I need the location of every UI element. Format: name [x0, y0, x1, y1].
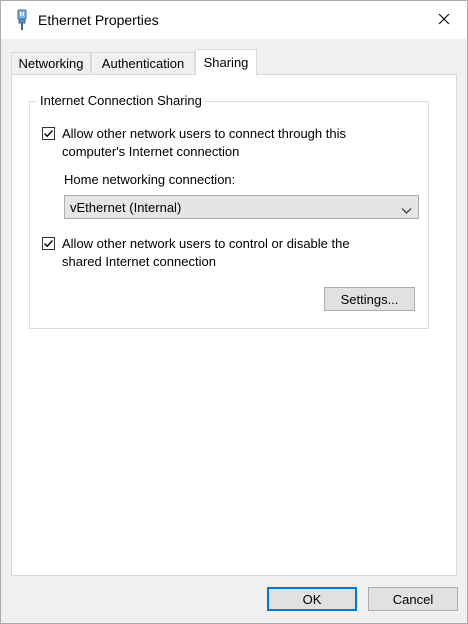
- tab-label: Networking: [18, 55, 84, 71]
- allow-connect-checkbox[interactable]: [42, 127, 55, 140]
- tab-networking[interactable]: Networking: [11, 52, 91, 73]
- home-network-value: vEthernet (Internal): [70, 199, 182, 215]
- checkmark-icon: [44, 130, 54, 138]
- chevron-down-icon: [401, 203, 412, 218]
- tab-label: Sharing: [203, 55, 249, 70]
- allow-control-option[interactable]: Allow other network users to control or …: [42, 235, 362, 271]
- close-button[interactable]: [421, 1, 467, 39]
- ok-button[interactable]: OK: [267, 587, 357, 611]
- allow-control-checkbox[interactable]: [42, 237, 55, 250]
- cancel-button[interactable]: Cancel: [368, 587, 458, 611]
- window-title: Ethernet Properties: [38, 12, 159, 28]
- settings-button[interactable]: Settings...: [324, 287, 415, 311]
- home-network-label: Home networking connection:: [64, 172, 236, 187]
- checkmark-icon: [44, 240, 54, 248]
- tab-label: Authentication: [101, 55, 185, 71]
- tab-authentication[interactable]: Authentication: [91, 52, 195, 73]
- properties-dialog: Ethernet Properties Networking Authentic…: [0, 0, 468, 624]
- tab-sharing[interactable]: Sharing: [195, 49, 257, 75]
- title-bar[interactable]: Ethernet Properties: [1, 1, 467, 39]
- internet-connection-sharing-group: Internet Connection Sharing Allow other …: [29, 93, 429, 329]
- close-icon: [438, 13, 450, 28]
- group-title: Internet Connection Sharing: [37, 93, 205, 108]
- ethernet-adapter-icon: [15, 9, 29, 31]
- allow-connect-option[interactable]: Allow other network users to connect thr…: [42, 125, 362, 161]
- home-network-select[interactable]: vEthernet (Internal): [64, 195, 419, 219]
- allow-connect-label: Allow other network users to connect thr…: [62, 126, 346, 159]
- sharing-panel: Internet Connection Sharing Allow other …: [11, 74, 457, 576]
- allow-control-label: Allow other network users to control or …: [62, 236, 350, 269]
